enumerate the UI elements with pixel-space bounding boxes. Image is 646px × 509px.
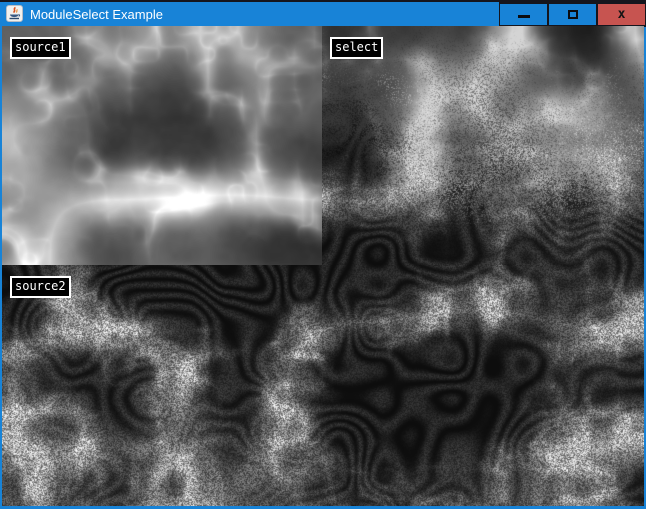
minimize-icon (518, 15, 530, 18)
app-window: ModuleSelect Example x source1 select so… (0, 0, 646, 509)
title-bar[interactable]: ModuleSelect Example x (0, 0, 646, 26)
render-area: source1 select source2 (2, 26, 644, 506)
maximize-icon (568, 10, 578, 19)
close-button[interactable]: x (597, 2, 646, 27)
java-app-icon[interactable] (6, 5, 23, 22)
maximize-button[interactable] (548, 2, 597, 27)
window-title: ModuleSelect Example (30, 6, 163, 23)
source2-label: source2 (10, 276, 71, 298)
window-controls: x (499, 2, 646, 27)
select-label: select (330, 37, 383, 59)
source1-label: source1 (10, 37, 71, 59)
close-icon: x (618, 8, 626, 21)
select-noise-image (322, 26, 644, 265)
minimize-button[interactable] (499, 2, 548, 27)
source2-noise-image (2, 265, 644, 506)
source1-noise-image (2, 26, 322, 265)
